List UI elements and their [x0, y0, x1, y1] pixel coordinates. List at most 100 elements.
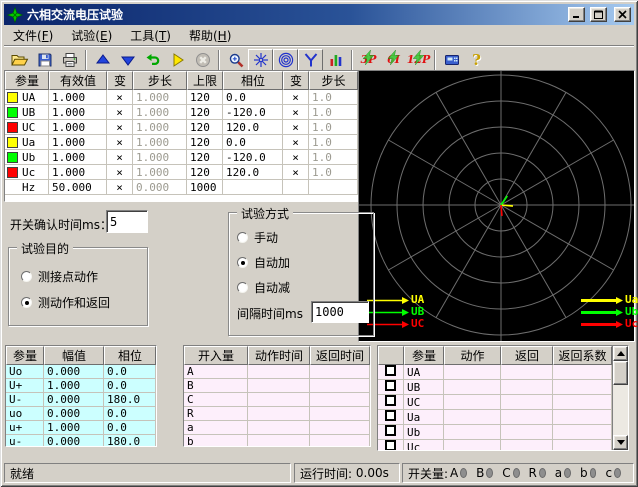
param-cell[interactable]: × — [283, 90, 309, 105]
mode-3p-button[interactable]: 3P — [356, 49, 381, 71]
test-purpose-option-1[interactable]: 测动作和返回 — [21, 294, 110, 311]
param-label-cell[interactable]: Ua — [5, 135, 49, 150]
checkbox-cell[interactable] — [378, 440, 404, 451]
param-cell[interactable]: 1.000 — [133, 150, 187, 165]
param-cell[interactable]: 1.0 — [309, 120, 358, 135]
checkbox-cell[interactable] — [378, 365, 404, 380]
ray-view-button[interactable] — [248, 49, 273, 71]
param-cell[interactable]: 1.000 — [49, 150, 107, 165]
param-cell[interactable]: 120.0 — [223, 120, 283, 135]
param-cell[interactable]: 1.000 — [49, 105, 107, 120]
interval-input[interactable] — [311, 301, 369, 323]
param-cell[interactable]: 0.000 — [133, 180, 187, 195]
menu-item-2[interactable]: 工具(T) — [121, 25, 180, 46]
row-checkbox[interactable] — [385, 410, 396, 421]
param-label-cell[interactable]: Ub — [5, 150, 49, 165]
bar-view-button[interactable] — [323, 49, 348, 71]
param-cell[interactable]: × — [107, 120, 133, 135]
test-purpose-option-0[interactable]: 测接点动作 — [21, 268, 98, 285]
print-button[interactable] — [57, 49, 82, 71]
param-cell[interactable]: 1.000 — [49, 120, 107, 135]
param-cell[interactable]: × — [107, 180, 133, 195]
param-label-cell[interactable]: UB — [5, 105, 49, 120]
param-cell[interactable]: 50.000 — [49, 180, 107, 195]
param-cell[interactable]: × — [283, 120, 309, 135]
menu-item-1[interactable]: 试验(E) — [62, 25, 121, 46]
param-cell[interactable]: × — [107, 135, 133, 150]
minimize-button[interactable] — [568, 7, 585, 22]
checkbox-cell[interactable] — [378, 380, 404, 395]
start-test-button[interactable] — [165, 49, 190, 71]
checkbox-cell[interactable] — [378, 395, 404, 410]
test-mode-option-0[interactable]: 手动 — [237, 229, 278, 246]
param-cell[interactable]: 1.0 — [309, 105, 358, 120]
param-cell[interactable]: 120 — [187, 120, 223, 135]
param-cell[interactable]: 120.0 — [223, 165, 283, 180]
row-checkbox[interactable] — [385, 425, 396, 436]
mode-6i-button[interactable]: 6I — [381, 49, 406, 71]
ring-view-button[interactable] — [273, 49, 298, 71]
stop-test-button[interactable] — [190, 49, 215, 71]
maximize-button[interactable] — [590, 7, 607, 22]
zoom-button[interactable] — [223, 49, 248, 71]
param-cell[interactable]: 1.0 — [309, 165, 358, 180]
param-cell[interactable]: 1.000 — [133, 105, 187, 120]
param-cell[interactable]: × — [107, 165, 133, 180]
param-label-cell[interactable]: UC — [5, 120, 49, 135]
save-button[interactable] — [32, 49, 57, 71]
mode-12p-button[interactable]: 12P — [406, 49, 431, 71]
param-cell[interactable]: × — [283, 105, 309, 120]
param-cell[interactable]: 120 — [187, 90, 223, 105]
param-cell[interactable]: × — [283, 135, 309, 150]
param-label-cell[interactable]: Hz — [5, 180, 49, 195]
param-cell[interactable]: 120 — [187, 135, 223, 150]
param-cell[interactable]: × — [107, 105, 133, 120]
param-cell[interactable]: × — [107, 90, 133, 105]
row-checkbox[interactable] — [385, 365, 396, 376]
param-cell[interactable] — [309, 180, 358, 195]
row-checkbox[interactable] — [385, 395, 396, 406]
param-cell[interactable]: 1.000 — [49, 165, 107, 180]
param-label-cell[interactable]: Uc — [5, 165, 49, 180]
step-up-button[interactable] — [90, 49, 115, 71]
scroll-up-button[interactable] — [613, 346, 628, 361]
param-cell[interactable]: 1.0 — [309, 90, 358, 105]
param-cell[interactable]: 1.000 — [49, 90, 107, 105]
test-mode-option-2[interactable]: 自动减 — [237, 279, 290, 296]
param-cell[interactable]: 1.000 — [49, 135, 107, 150]
row-checkbox[interactable] — [385, 440, 396, 451]
param-cell[interactable]: 120 — [187, 150, 223, 165]
close-button[interactable] — [614, 7, 631, 22]
reset-button[interactable] — [140, 49, 165, 71]
param-cell[interactable]: -120.0 — [223, 105, 283, 120]
param-cell[interactable]: 0.0 — [223, 90, 283, 105]
param-cell[interactable]: 1.0 — [309, 135, 358, 150]
param-cell[interactable]: × — [283, 165, 309, 180]
checkbox-cell[interactable] — [378, 410, 404, 425]
menu-item-0[interactable]: 文件(F) — [4, 25, 62, 46]
param-cell[interactable]: × — [107, 150, 133, 165]
help-button[interactable]: ? — [464, 49, 489, 71]
param-cell[interactable]: 1.000 — [133, 120, 187, 135]
param-cell[interactable]: 120 — [187, 105, 223, 120]
param-cell[interactable]: 0.0 — [223, 135, 283, 150]
param-cell[interactable] — [283, 180, 309, 195]
switch-confirm-input[interactable] — [106, 210, 148, 233]
scrollbar-thumb[interactable] — [613, 361, 628, 385]
param-cell[interactable]: 120 — [187, 165, 223, 180]
open-file-button[interactable] — [7, 49, 32, 71]
scroll-down-button[interactable] — [613, 435, 628, 450]
row-checkbox[interactable] — [385, 380, 396, 391]
step-down-button[interactable] — [115, 49, 140, 71]
param-cell[interactable]: 1.0 — [309, 150, 358, 165]
checkbox-cell[interactable] — [378, 425, 404, 440]
param-cell[interactable]: 1.000 — [133, 135, 187, 150]
param-cell[interactable] — [223, 180, 283, 195]
param-label-cell[interactable]: UA — [5, 90, 49, 105]
test-mode-option-1[interactable]: 自动加 — [237, 254, 290, 271]
param-cell[interactable]: 1.000 — [133, 90, 187, 105]
vertical-scrollbar[interactable] — [612, 346, 628, 450]
param-cell[interactable]: 1.000 — [133, 165, 187, 180]
param-cell[interactable]: 1000 — [187, 180, 223, 195]
param-cell[interactable]: -120.0 — [223, 150, 283, 165]
